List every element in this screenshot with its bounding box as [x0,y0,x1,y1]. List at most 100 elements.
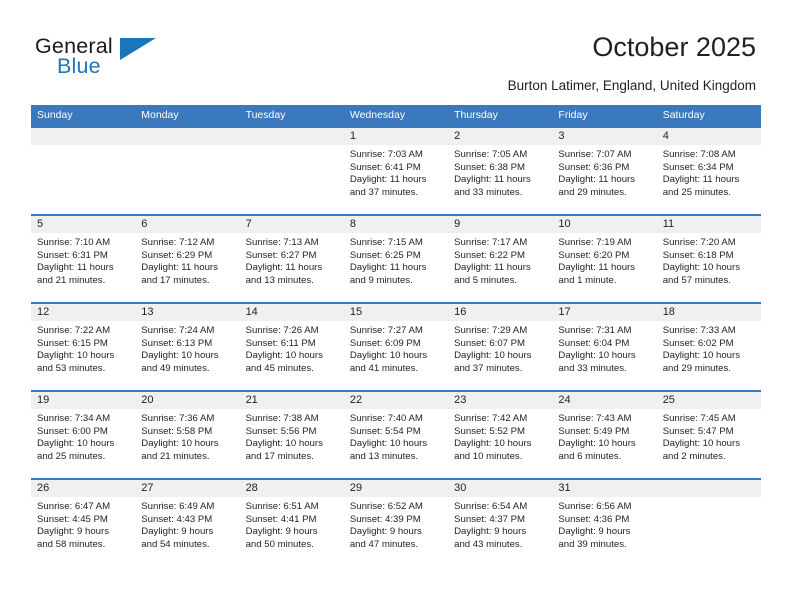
day-details: Sunrise: 7:22 AM Sunset: 6:15 PM Dayligh… [31,321,135,375]
calendar-day-cell: 31 Sunrise: 6:56 AM Sunset: 4:36 PM Dayl… [552,480,657,566]
calendar-day-cell: 24 Sunrise: 7:43 AM Sunset: 5:49 PM Dayl… [552,392,657,478]
daylight-text: Daylight: 11 hours and 29 minutes. [558,174,636,198]
sunset-text: Sunset: 6:41 PM [349,161,421,173]
logo-text-blue: Blue [57,54,101,78]
sunset-text: Sunset: 6:29 PM [141,249,213,261]
day-number: 11 [656,216,761,233]
calendar-week-row: 19 Sunrise: 7:34 AM Sunset: 6:00 PM Dayl… [31,390,761,478]
day-number: 6 [135,216,240,233]
calendar-day-cell [135,128,240,214]
calendar-day-cell: 26 Sunrise: 6:47 AM Sunset: 4:45 PM Dayl… [31,480,136,566]
day-number: 19 [31,392,136,409]
day-details: Sunrise: 7:40 AM Sunset: 5:54 PM Dayligh… [344,409,448,463]
day-number: 25 [656,392,761,409]
day-details: Sunrise: 6:52 AM Sunset: 4:39 PM Dayligh… [344,497,448,551]
daylight-text: Daylight: 11 hours and 13 minutes. [245,262,323,286]
daylight-text: Daylight: 9 hours and 39 minutes. [558,526,631,550]
day-details: Sunrise: 7:26 AM Sunset: 6:11 PM Dayligh… [240,321,344,375]
calendar-day-cell [31,128,136,214]
daylight-text: Daylight: 11 hours and 1 minute. [558,262,636,286]
sunrise-text: Sunrise: 7:38 AM [245,413,319,424]
day-number: 18 [656,304,761,321]
calendar-day-cell: 21 Sunrise: 7:38 AM Sunset: 5:56 PM Dayl… [239,392,344,478]
sunrise-text: Sunrise: 7:27 AM [349,325,423,336]
daylight-text: Daylight: 11 hours and 17 minutes. [141,262,218,286]
daylight-text: Daylight: 10 hours and 53 minutes. [37,350,115,374]
sunrise-text: Sunrise: 6:56 AM [558,501,632,512]
calendar-day-cell: 30 Sunrise: 6:54 AM Sunset: 4:37 PM Dayl… [448,480,553,566]
day-number: 3 [552,128,657,145]
sunset-text: Sunset: 6:38 PM [454,161,526,173]
daylight-text: Daylight: 10 hours and 2 minutes. [662,438,741,462]
day-number [135,128,240,145]
weekday-header-friday: Friday [558,109,588,121]
daylight-text: Daylight: 10 hours and 33 minutes. [558,350,636,374]
day-details: Sunrise: 7:15 AM Sunset: 6:25 PM Dayligh… [344,233,448,287]
weekday-header-monday: Monday [141,109,179,121]
sunrise-text: Sunrise: 7:29 AM [454,325,528,336]
day-number: 29 [343,480,449,497]
calendar-table: Sunday Monday Tuesday Wednesday Thursday… [31,105,761,566]
day-number: 12 [31,304,136,321]
calendar-week-row: 1 Sunrise: 7:03 AM Sunset: 6:41 PM Dayli… [31,126,761,214]
day-details: Sunrise: 7:07 AM Sunset: 6:36 PM Dayligh… [552,145,656,199]
calendar-day-cell: 16 Sunrise: 7:29 AM Sunset: 6:07 PM Dayl… [448,304,553,390]
sunset-text: Sunset: 6:07 PM [454,337,526,349]
day-details: Sunrise: 7:45 AM Sunset: 5:47 PM Dayligh… [657,409,761,463]
day-details: Sunrise: 7:43 AM Sunset: 5:49 PM Dayligh… [552,409,656,463]
day-number: 13 [135,304,240,321]
sunrise-text: Sunrise: 6:47 AM [37,501,111,512]
calendar-day-cell: 2 Sunrise: 7:05 AM Sunset: 6:38 PM Dayli… [448,128,553,214]
calendar-day-cell: 10 Sunrise: 7:19 AM Sunset: 6:20 PM Dayl… [552,216,657,302]
day-number: 8 [343,216,449,233]
daylight-text: Daylight: 10 hours and 6 minutes. [558,438,636,462]
sunrise-text: Sunrise: 7:12 AM [141,237,215,248]
day-number: 28 [239,480,344,497]
sunset-text: Sunset: 6:13 PM [141,337,213,349]
day-number: 22 [343,392,449,409]
calendar-day-cell: 29 Sunrise: 6:52 AM Sunset: 4:39 PM Dayl… [343,480,449,566]
sunrise-text: Sunrise: 6:51 AM [245,501,319,512]
day-number: 2 [448,128,553,145]
sunset-text: Sunset: 4:41 PM [245,513,317,525]
day-details: Sunrise: 7:17 AM Sunset: 6:22 PM Dayligh… [448,233,552,287]
day-number: 17 [552,304,657,321]
day-details: Sunrise: 7:03 AM Sunset: 6:41 PM Dayligh… [344,145,448,199]
sunrise-text: Sunrise: 7:36 AM [141,413,215,424]
day-number: 20 [135,392,240,409]
sunrise-text: Sunrise: 7:34 AM [37,413,111,424]
day-number: 4 [656,128,761,145]
daylight-text: Daylight: 10 hours and 25 minutes. [37,438,115,462]
sunset-text: Sunset: 6:04 PM [558,337,630,349]
page-header: General Blue October 2025 Burton Latimer… [0,0,792,104]
daylight-text: Daylight: 9 hours and 58 minutes. [37,526,109,550]
page-title: October 2025 [592,32,756,62]
sunrise-text: Sunrise: 7:10 AM [37,237,111,248]
calendar-page: General Blue October 2025 Burton Latimer… [0,0,792,612]
day-number: 14 [239,304,344,321]
day-number: 9 [448,216,553,233]
calendar-day-cell [239,128,344,214]
sunrise-text: Sunrise: 7:43 AM [558,413,632,424]
sunset-text: Sunset: 5:58 PM [141,425,213,437]
sunset-text: Sunset: 4:39 PM [349,513,421,525]
daylight-text: Daylight: 10 hours and 29 minutes. [662,350,741,374]
day-details [240,145,344,149]
calendar-week-row: 5 Sunrise: 7:10 AM Sunset: 6:31 PM Dayli… [31,214,761,302]
day-details: Sunrise: 7:36 AM Sunset: 5:58 PM Dayligh… [135,409,239,463]
calendar-day-cell: 22 Sunrise: 7:40 AM Sunset: 5:54 PM Dayl… [343,392,449,478]
sunset-text: Sunset: 6:00 PM [37,425,108,437]
sunrise-text: Sunrise: 7:17 AM [454,237,528,248]
day-number [239,128,344,145]
sunset-text: Sunset: 6:09 PM [349,337,421,349]
day-number: 30 [448,480,553,497]
day-details: Sunrise: 7:10 AM Sunset: 6:31 PM Dayligh… [31,233,135,287]
calendar-week-row: 26 Sunrise: 6:47 AM Sunset: 4:45 PM Dayl… [31,478,761,566]
day-details: Sunrise: 7:08 AM Sunset: 6:34 PM Dayligh… [657,145,761,199]
calendar-day-cell: 3 Sunrise: 7:07 AM Sunset: 6:36 PM Dayli… [552,128,657,214]
day-details: Sunrise: 7:31 AM Sunset: 6:04 PM Dayligh… [552,321,656,375]
day-number: 10 [552,216,657,233]
sunrise-text: Sunrise: 6:52 AM [349,501,423,512]
daylight-text: Daylight: 11 hours and 9 minutes. [349,262,427,286]
sunset-text: Sunset: 4:45 PM [37,513,108,525]
